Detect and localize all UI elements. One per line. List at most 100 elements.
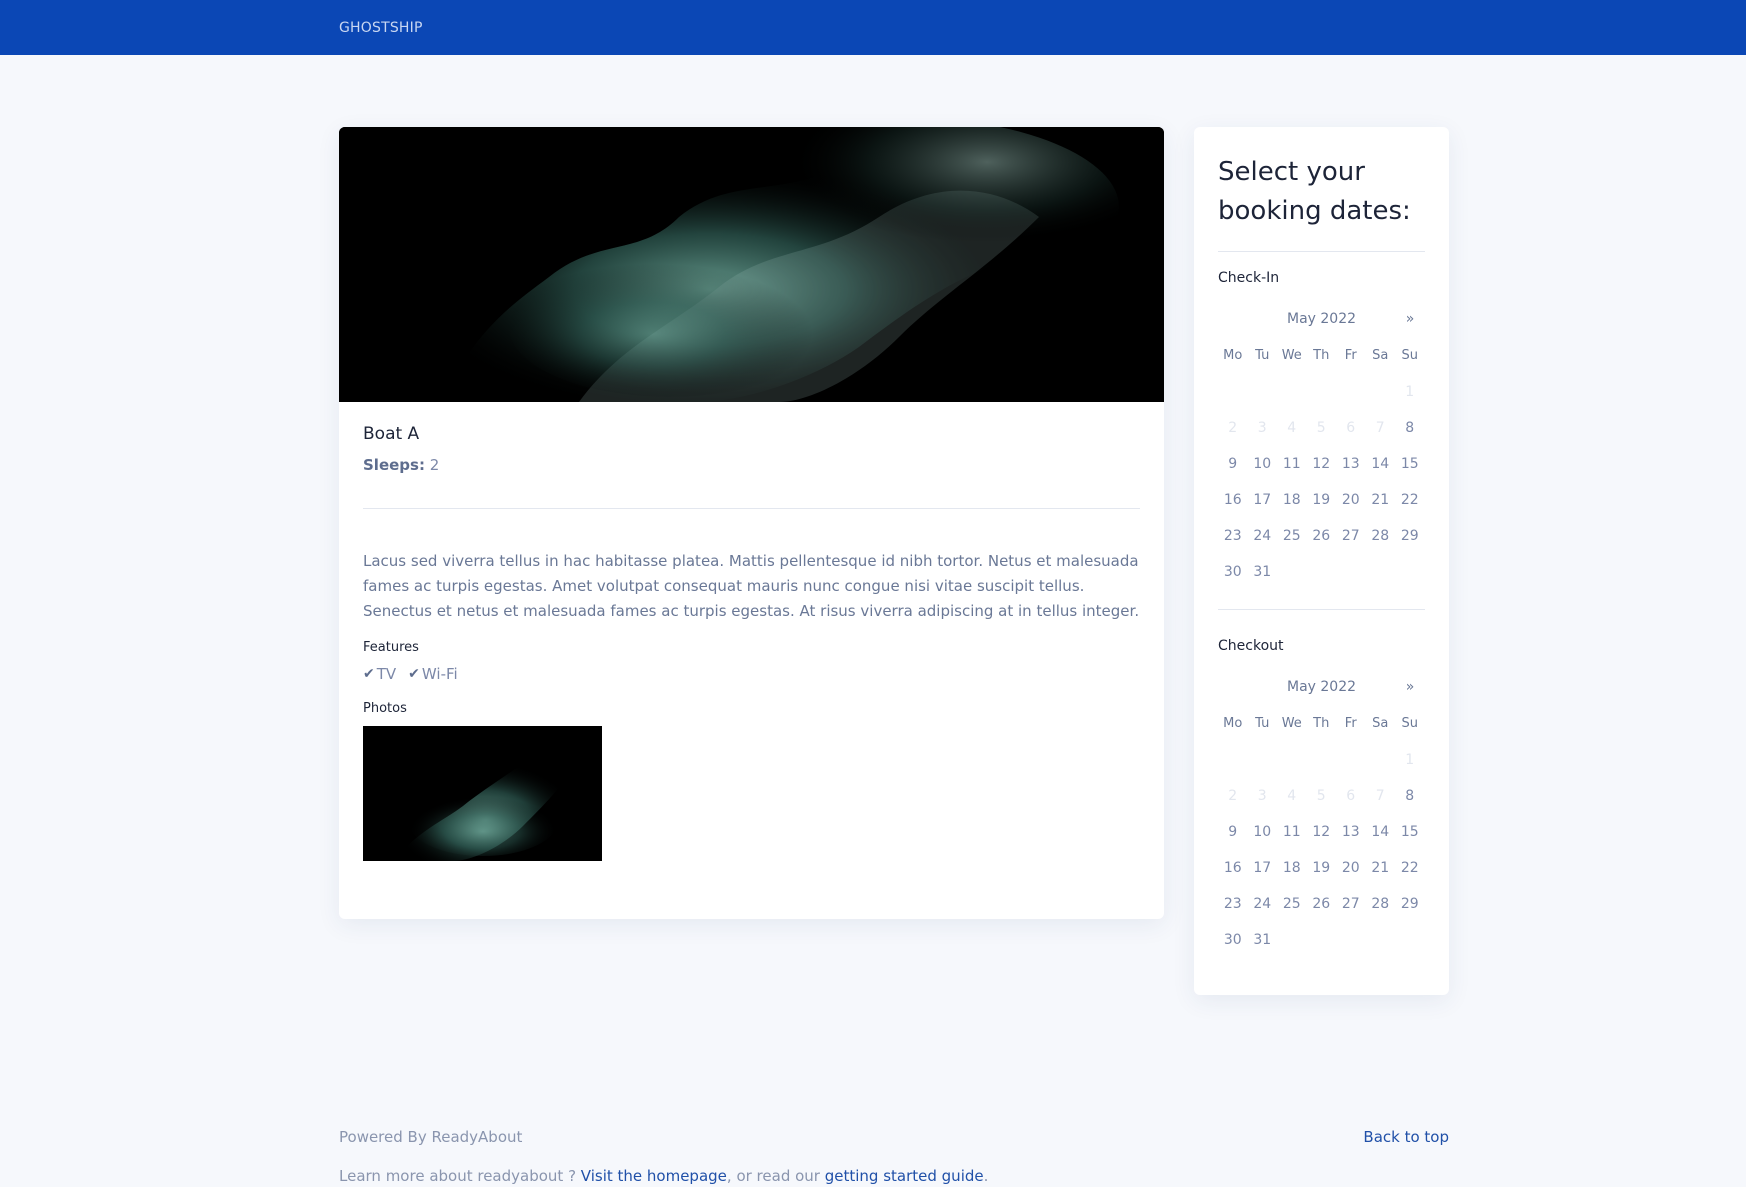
divider <box>1218 251 1425 252</box>
footer: Powered By ReadyAbout Back to top Learn … <box>339 1128 1449 1185</box>
homepage-link[interactable]: Visit the homepage <box>581 1167 727 1185</box>
brand-link[interactable]: GHOSTSHIP <box>339 20 423 36</box>
empty-cell <box>1366 374 1396 410</box>
calendar-day[interactable]: 31 <box>1248 554 1278 590</box>
disabled-day: 4 <box>1287 420 1297 436</box>
disabled-day: 6 <box>1346 420 1356 436</box>
calendar-day[interactable]: 29 <box>1395 886 1425 922</box>
calendar-day[interactable]: 17 <box>1248 850 1278 886</box>
calendar-day[interactable]: 28 <box>1366 886 1396 922</box>
feature-tv: ✔ TV <box>363 665 396 683</box>
calendar-day[interactable]: 21 <box>1366 482 1396 518</box>
calendar-day[interactable]: 10 <box>1248 446 1278 482</box>
calendar-day[interactable]: 30 <box>1218 922 1248 958</box>
calendar-day[interactable]: 24 <box>1248 886 1278 922</box>
calendar-day[interactable]: 11 <box>1277 446 1307 482</box>
calendar-day[interactable]: 16 <box>1218 482 1248 518</box>
empty-cell <box>1248 742 1278 778</box>
calendar-day[interactable]: 10 <box>1248 814 1278 850</box>
calendar-day[interactable]: 22 <box>1395 482 1425 518</box>
calendar-day[interactable]: 18 <box>1277 482 1307 518</box>
calendar-day[interactable]: 30 <box>1218 554 1248 590</box>
feature-label: Wi-Fi <box>421 665 458 683</box>
disabled-day: 7 <box>1375 788 1385 804</box>
sleeps-info: Sleeps: 2 <box>363 456 1140 474</box>
calendar-day[interactable]: 21 <box>1366 850 1396 886</box>
calendar-day[interactable]: 19 <box>1307 850 1337 886</box>
calendar-day[interactable]: 12 <box>1307 446 1337 482</box>
calendar-day[interactable]: 23 <box>1218 518 1248 554</box>
calendar-day[interactable]: 14 <box>1366 814 1396 850</box>
booking-title: Select your booking dates: <box>1218 157 1411 226</box>
calendar-day[interactable]: 25 <box>1277 518 1307 554</box>
calendar-day[interactable]: 8 <box>1395 410 1425 446</box>
or-read-text: , or read our <box>726 1167 825 1185</box>
disabled-day: 1 <box>1405 384 1415 400</box>
weekday-header: We <box>1281 348 1302 363</box>
divider <box>1218 609 1425 610</box>
calendar-day[interactable]: 9 <box>1218 814 1248 850</box>
calendar-day[interactable]: 17 <box>1248 482 1278 518</box>
calendar-day[interactable]: 13 <box>1336 446 1366 482</box>
calendar-day[interactable]: 28 <box>1366 518 1396 554</box>
weekday-header: Fr <box>1344 716 1357 731</box>
calendar-day[interactable]: 19 <box>1307 482 1337 518</box>
empty-cell <box>1307 742 1337 778</box>
disabled-day: 5 <box>1316 420 1326 436</box>
weekday-header: Mo <box>1223 716 1243 731</box>
feature-label: TV <box>376 665 397 683</box>
calendar-day[interactable]: 27 <box>1336 518 1366 554</box>
calendar-day[interactable]: 25 <box>1277 886 1307 922</box>
empty-cell <box>1336 742 1366 778</box>
weekday-header: Su <box>1401 348 1419 363</box>
guide-link[interactable]: getting started guide <box>825 1167 984 1185</box>
empty-cell <box>1277 742 1307 778</box>
empty-cell <box>1366 742 1396 778</box>
calendar-day[interactable]: 20 <box>1336 482 1366 518</box>
calendar-day[interactable]: 14 <box>1366 446 1396 482</box>
calendar-day[interactable]: 15 <box>1395 446 1425 482</box>
checkin-calendar-header: May 2022 » <box>1218 300 1425 338</box>
calendar-day[interactable]: 9 <box>1218 446 1248 482</box>
features-heading: Features <box>363 640 419 655</box>
disabled-day: 3 <box>1257 420 1267 436</box>
weekday-header: Fr <box>1344 348 1357 363</box>
powered-by: Powered By ReadyAbout <box>339 1128 523 1146</box>
calendar-day[interactable]: 15 <box>1395 814 1425 850</box>
calendar-day[interactable]: 13 <box>1336 814 1366 850</box>
photo-thumbnail[interactable] <box>363 726 602 861</box>
features-list: ✔ TV ✔ Wi-Fi <box>363 665 1140 683</box>
calendar-day[interactable]: 23 <box>1218 886 1248 922</box>
weekday-header: We <box>1281 716 1302 731</box>
calendar-day[interactable]: 29 <box>1395 518 1425 554</box>
empty-cell <box>1218 374 1248 410</box>
calendar-day[interactable]: 11 <box>1277 814 1307 850</box>
checkin-next-month-button[interactable]: » <box>1395 311 1425 327</box>
checkout-month: May 2022 <box>1286 679 1357 695</box>
calendar-day[interactable]: 27 <box>1336 886 1366 922</box>
calendar-day[interactable]: 18 <box>1277 850 1307 886</box>
back-to-top-link[interactable]: Back to top <box>1363 1128 1449 1146</box>
empty-cell <box>1336 374 1366 410</box>
calendar-day[interactable]: 31 <box>1248 922 1278 958</box>
weekday-header: Tu <box>1255 716 1270 731</box>
listing-card: Boat A Sleeps: 2 Lacus sed viverra tellu… <box>339 127 1164 919</box>
checkin-calendar-grid: Mo Tu We Th Fr Sa Su 1 2 3 4 5 6 7 8 9 10 11 12 13 14 15 16 17 1… <box>1218 338 1425 590</box>
calendar-day[interactable]: 26 <box>1307 886 1337 922</box>
checkout-label: Checkout <box>1218 638 1284 654</box>
calendar-day[interactable]: 16 <box>1218 850 1248 886</box>
calendar-day[interactable]: 12 <box>1307 814 1337 850</box>
calendar-day[interactable]: 26 <box>1307 518 1337 554</box>
calendar-day[interactable]: 20 <box>1336 850 1366 886</box>
wave-thumbnail-image <box>363 726 602 861</box>
disabled-day: 1 <box>1405 752 1415 768</box>
checkout-next-month-button[interactable]: » <box>1395 679 1425 695</box>
calendar-day[interactable]: 24 <box>1248 518 1278 554</box>
checkin-month: May 2022 <box>1286 311 1357 327</box>
disabled-day: 2 <box>1228 788 1238 804</box>
checkout-calendar-header: May 2022 » <box>1218 668 1425 706</box>
calendar-day[interactable]: 22 <box>1395 850 1425 886</box>
top-navbar: GHOSTSHIP <box>0 0 1746 55</box>
boat-title: Boat A <box>363 424 420 444</box>
calendar-day[interactable]: 8 <box>1395 778 1425 814</box>
